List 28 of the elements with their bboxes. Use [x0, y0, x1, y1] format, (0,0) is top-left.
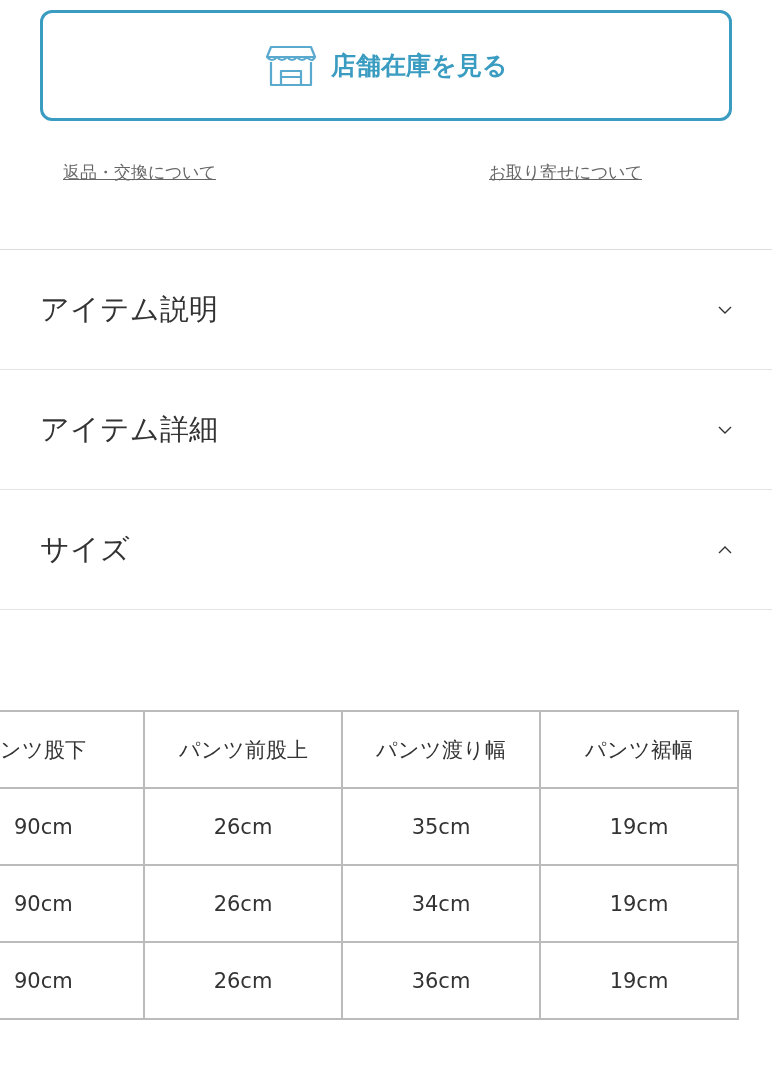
table-cell: 26cm	[144, 788, 342, 865]
column-header: パンツ裾幅	[540, 711, 738, 788]
table-cell: 35cm	[342, 788, 540, 865]
table-cell: 26cm	[144, 942, 342, 1019]
chevron-up-icon	[718, 545, 732, 554]
column-header: パンツ前股上	[144, 711, 342, 788]
section-title: アイテム説明	[40, 290, 218, 328]
section-title: アイテム詳細	[40, 410, 218, 448]
chevron-down-icon	[718, 425, 732, 434]
info-link[interactable]: お取り寄せについて	[489, 161, 642, 183]
table-cell: 19cm	[540, 788, 738, 865]
table-cell: 26cm	[144, 865, 342, 942]
table-cell: 19cm	[540, 865, 738, 942]
accordion-header[interactable]: アイテム詳細	[0, 370, 772, 490]
accordion-header[interactable]: アイテム説明	[0, 250, 772, 370]
table-cell: 36cm	[342, 942, 540, 1019]
info-link[interactable]: 返品・交換について	[63, 161, 216, 183]
chevron-down-icon	[718, 305, 732, 314]
section-title: サイズ	[40, 530, 130, 568]
accordion-header[interactable]: サイズ	[0, 490, 772, 610]
column-header: ンツ股下	[0, 711, 144, 788]
table-cell: 90cm	[0, 865, 144, 942]
table-cell: 90cm	[0, 942, 144, 1019]
table-cell: 34cm	[342, 865, 540, 942]
column-header: パンツ渡り幅	[342, 711, 540, 788]
store-icon	[264, 44, 317, 87]
table-cell: 90cm	[0, 788, 144, 865]
table-cell: 19cm	[540, 942, 738, 1019]
